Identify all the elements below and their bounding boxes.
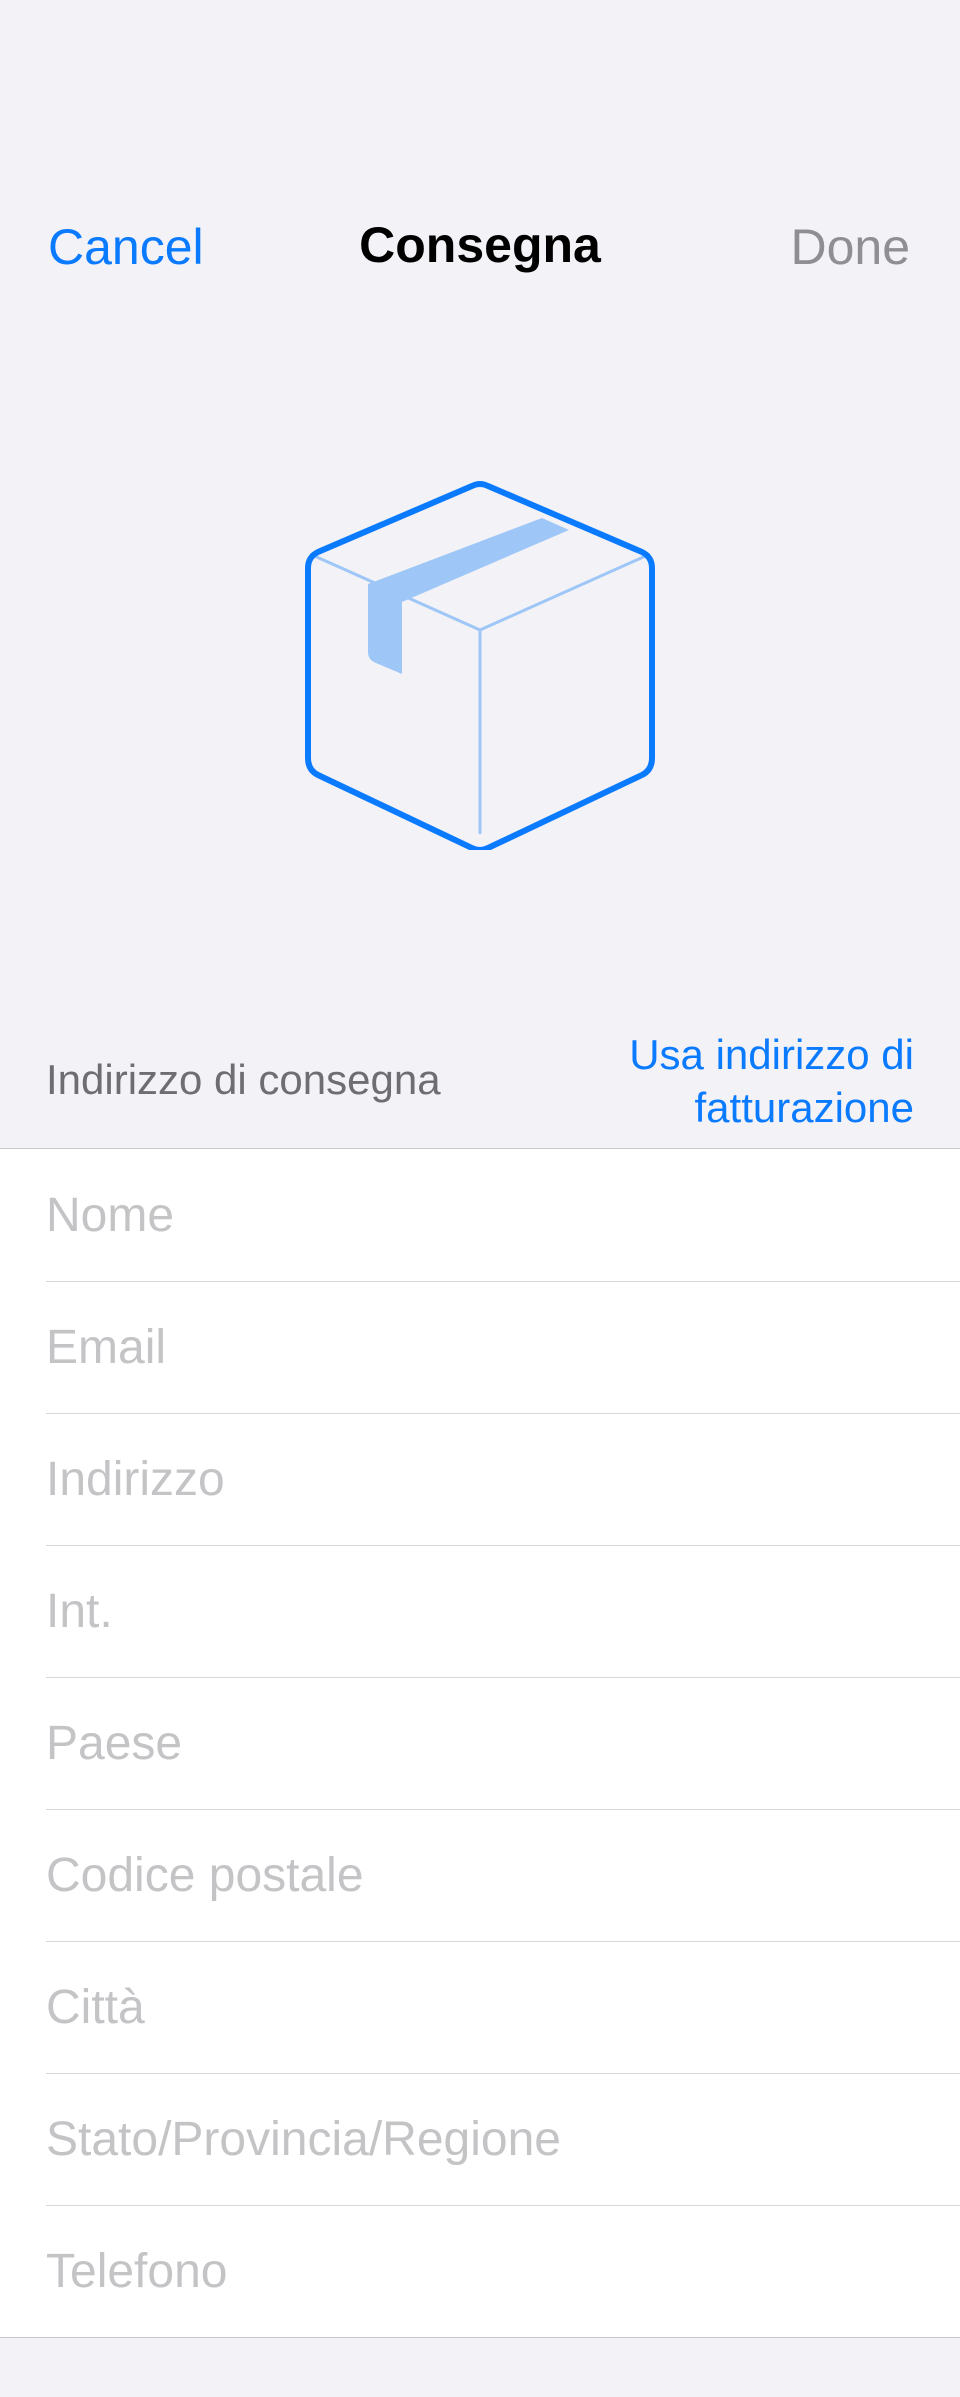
shipping-section-header: Indirizzo di consegna Usa indirizzo di f… <box>0 1020 960 1148</box>
address-field[interactable] <box>46 1413 926 1545</box>
field-row-email <box>0 1281 960 1413</box>
navigation-bar: Cancel Consegna Done <box>0 190 960 300</box>
section-label: Indirizzo di consegna <box>46 1056 441 1103</box>
field-row-country <box>0 1677 960 1809</box>
name-field[interactable] <box>46 1149 926 1281</box>
field-row-phone <box>0 2205 960 2337</box>
postal-code-field[interactable] <box>46 1809 926 1941</box>
phone-field[interactable] <box>46 2205 926 2337</box>
field-row-state <box>0 2073 960 2205</box>
email-field[interactable] <box>46 1281 926 1413</box>
field-row-address <box>0 1413 960 1545</box>
city-field[interactable] <box>46 1941 926 2073</box>
package-box-icon <box>290 470 670 853</box>
done-button[interactable]: Done <box>790 218 910 276</box>
field-row-name <box>0 1149 960 1281</box>
country-field[interactable] <box>46 1677 926 1809</box>
use-billing-address-line2: fatturazione <box>694 1084 914 1131</box>
field-row-apartment <box>0 1545 960 1677</box>
use-billing-address-button[interactable]: Usa indirizzo di fatturazione <box>629 1028 914 1134</box>
field-row-postal-code <box>0 1809 960 1941</box>
apartment-field[interactable] <box>46 1545 926 1677</box>
use-billing-address-line1: Usa indirizzo di <box>629 1031 914 1078</box>
field-row-city <box>0 1941 960 2073</box>
shipping-address-form <box>0 1148 960 2338</box>
state-field[interactable] <box>46 2073 926 2205</box>
